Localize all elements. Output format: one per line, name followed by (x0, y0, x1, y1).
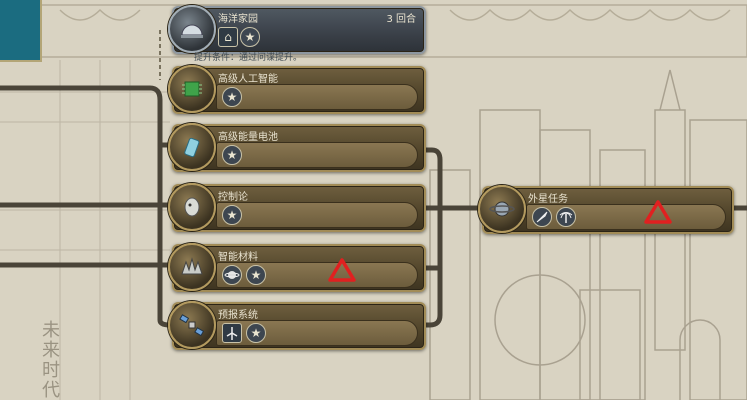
tech-title: 海洋家园 (218, 14, 258, 25)
satellite-icon (168, 301, 216, 349)
dome-icon[interactable]: ⌂ (218, 27, 238, 47)
era-label: 未来时代 (39, 320, 60, 400)
star-icon[interactable]: ★ (246, 265, 266, 285)
tech-node-ocean-home[interactable]: 海洋家园 3 回合 ⌂ ★ (168, 5, 426, 54)
star-icon[interactable]: ★ (222, 145, 242, 165)
palm-icon[interactable] (556, 207, 576, 227)
tech-node-alien-mission[interactable]: 外星任务 (478, 185, 734, 234)
planet-icon (478, 185, 526, 233)
tech-title: 预报系统 (218, 310, 258, 321)
star-icon[interactable]: ★ (240, 27, 260, 47)
requirement-text: 提升条件：通过问谍提升。 (194, 53, 303, 63)
progress-bar (216, 202, 418, 228)
progress-bar (216, 84, 418, 110)
tech-node-advanced-ai[interactable]: 高级人工智能 ★ (168, 65, 426, 114)
warning-triangle-icon (644, 200, 672, 224)
battery-icon (168, 123, 216, 171)
star-icon[interactable]: ★ (246, 323, 266, 343)
windmill-icon[interactable] (222, 323, 242, 343)
corner-menu-tab[interactable] (0, 0, 42, 62)
chip-icon (168, 65, 216, 113)
turns-remaining: 3 回合 (386, 14, 416, 25)
tech-title: 高级能量电池 (218, 132, 278, 143)
dome-icon (168, 5, 216, 53)
spiky-material-icon (168, 243, 216, 291)
saturn-icon[interactable] (222, 265, 242, 285)
tech-title: 外星任务 (528, 194, 568, 205)
cyber-head-icon (168, 183, 216, 231)
star-icon[interactable]: ★ (222, 87, 242, 107)
tech-title: 控制论 (218, 192, 248, 203)
warning-triangle-icon (328, 258, 356, 282)
tech-title: 高级人工智能 (218, 74, 278, 85)
tech-node-advanced-battery[interactable]: 高级能量电池 ★ (168, 123, 426, 172)
tech-title: 智能材料 (218, 252, 258, 263)
tech-node-cybernetics[interactable]: 控制论 ★ (168, 183, 426, 232)
rocket-icon[interactable] (532, 207, 552, 227)
tech-node-smart-materials[interactable]: 智能材料 ★ (168, 243, 426, 292)
star-icon[interactable]: ★ (222, 205, 242, 225)
tech-node-prediction-systems[interactable]: 预报系统 ★ (168, 301, 426, 350)
progress-bar (216, 142, 418, 168)
